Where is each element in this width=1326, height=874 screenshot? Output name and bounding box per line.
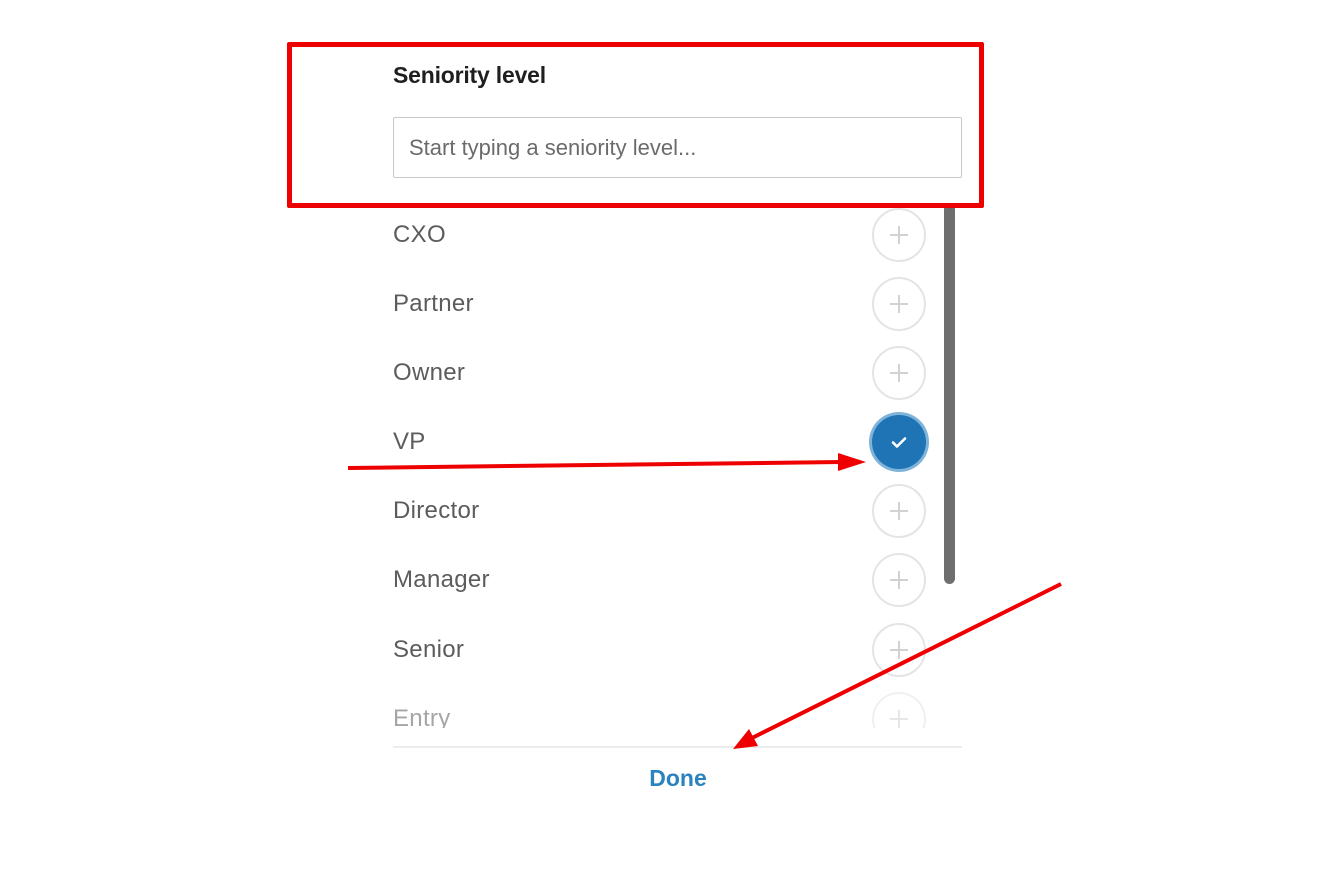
list-item-label: Partner [393,289,474,317]
checkmark-icon [891,436,907,448]
add-partner-button[interactable] [872,276,926,331]
list-item-entry[interactable]: Entry [380,684,940,728]
list-item-label: Senior [393,635,465,663]
list-item-label: Owner [393,358,466,386]
list-item-owner[interactable]: Owner [380,338,940,407]
add-manager-button[interactable] [872,552,926,607]
add-entry-button[interactable] [872,691,926,728]
add-senior-button[interactable] [872,622,926,677]
list-item-senior[interactable]: Senior [380,615,940,684]
list-item-label: VP [393,427,426,455]
add-owner-button[interactable] [872,345,926,400]
vp-selected-toggle[interactable] [872,414,926,469]
done-button[interactable]: Done [600,758,756,798]
plus-icon [890,570,908,589]
plus-icon [890,640,908,659]
seniority-search-input[interactable] [393,117,962,178]
add-cxo-button[interactable] [872,207,926,262]
seniority-list: CXO Partner Owner VP Director Manager Se… [380,198,940,728]
plus-icon [890,363,908,382]
plus-icon [890,501,908,520]
list-item-partner[interactable]: Partner [380,269,940,338]
list-item-cxo[interactable]: CXO [380,200,940,269]
footer-divider [393,746,962,748]
list-item-director[interactable]: Director [380,476,940,545]
list-item-manager[interactable]: Manager [380,545,940,614]
plus-icon [890,294,908,313]
plus-icon [890,709,908,728]
list-item-label: Director [393,496,480,524]
seniority-filter-screen: Seniority level CXO Partner Owner VP [0,0,1326,874]
list-item-label: Manager [393,565,490,593]
plus-icon [890,225,908,244]
list-scrollbar[interactable] [944,204,955,584]
list-item-vp[interactable]: VP [380,407,940,476]
list-item-label: CXO [393,220,446,248]
list-item-label: Entry [393,704,451,729]
panel-title: Seniority level [393,62,546,88]
add-director-button[interactable] [872,483,926,538]
